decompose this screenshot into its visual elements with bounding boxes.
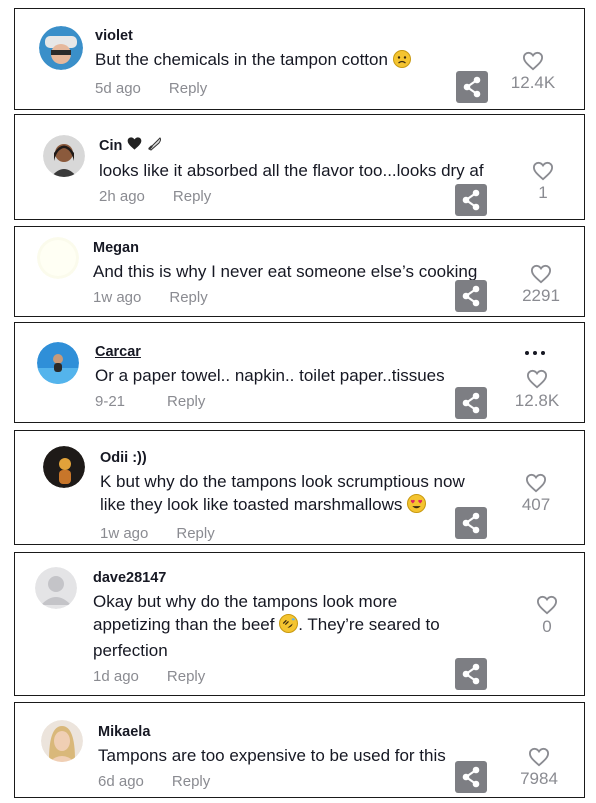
comment-text: And this is why I never eat someone else… — [93, 262, 478, 281]
like-button[interactable]: 1 — [513, 161, 573, 203]
more-options-icon[interactable] — [525, 351, 545, 355]
comment-card: Odii :)) K but why do the tampons look s… — [14, 430, 585, 545]
comment-meta: 5d ago Reply — [95, 80, 411, 97]
share-button[interactable] — [455, 658, 487, 690]
share-icon — [462, 285, 480, 307]
like-count: 12.4K — [510, 73, 556, 92]
share-icon — [462, 189, 480, 211]
comment-text: Tampons are too expensive to be used for… — [98, 746, 446, 765]
heart-outline-icon — [525, 473, 547, 493]
like-button[interactable]: 407 — [506, 473, 566, 515]
comment-card: Mikaela Tampons are too expensive to be … — [14, 702, 585, 798]
comment-timestamp: 1w ago — [100, 525, 149, 542]
avatar[interactable] — [39, 26, 83, 70]
comment-card: Megan And this is why I never eat someon… — [14, 226, 585, 317]
reply-button[interactable]: Reply — [167, 393, 205, 410]
black-heart-emoji — [126, 136, 143, 156]
reply-button[interactable]: Reply — [169, 80, 207, 97]
share-button[interactable] — [455, 507, 487, 539]
share-button[interactable] — [456, 71, 488, 103]
like-button[interactable]: 2291 — [511, 264, 571, 306]
like-count: 2291 — [522, 286, 560, 305]
comment-username[interactable]: Odii :)) — [100, 449, 465, 467]
heart-outline-icon — [526, 369, 548, 389]
comment-timestamp: 1w ago — [93, 289, 142, 306]
knife-emoji — [147, 135, 163, 156]
comment-timestamp: 2h ago — [99, 188, 145, 205]
like-count: 0 — [542, 617, 552, 636]
avatar[interactable] — [41, 720, 83, 762]
comment-card: dave28147 Okay but why do the tampons lo… — [14, 552, 585, 696]
share-button[interactable] — [455, 280, 487, 312]
comment-text: K but why do the tampons look scrumptiou… — [100, 470, 465, 519]
reply-button[interactable]: Reply — [167, 668, 205, 685]
comment-timestamp: 9-21 — [95, 393, 126, 410]
avatar[interactable] — [43, 446, 85, 488]
worried-face-emoji — [392, 50, 411, 74]
comment-card: Cin looks like it absorbed all the flavo… — [14, 114, 585, 220]
like-count: 1 — [538, 183, 548, 202]
avatar[interactable] — [37, 342, 79, 384]
share-icon — [462, 766, 480, 788]
comment-username[interactable]: Mikaela — [98, 723, 446, 741]
comment-username[interactable]: violet — [95, 27, 411, 45]
share-icon — [463, 76, 481, 98]
like-button[interactable]: 7984 — [509, 747, 569, 789]
comment-username[interactable]: Cin — [99, 135, 484, 156]
comment-meta: 1w ago Reply — [93, 289, 477, 306]
share-icon — [462, 392, 480, 414]
like-count: 12.8K — [514, 391, 560, 410]
heart-outline-icon — [528, 747, 550, 767]
avatar[interactable] — [43, 135, 85, 177]
avatar[interactable] — [35, 567, 77, 609]
comment-card: Carcar Or a paper towel.. napkin.. toile… — [14, 322, 585, 423]
like-count: 7984 — [520, 769, 558, 788]
rolling-laughing-emoji — [279, 614, 299, 639]
heart-outline-icon — [532, 161, 554, 181]
like-button[interactable]: 12.4K — [503, 51, 563, 93]
comment-card: violet But the chemicals in the tampon c… — [14, 8, 585, 110]
reply-button[interactable]: Reply — [176, 525, 214, 542]
reply-button[interactable]: Reply — [169, 289, 207, 306]
like-button[interactable]: 0 — [517, 595, 577, 637]
comment-text: Or a paper towel.. napkin.. toilet paper… — [95, 366, 445, 385]
share-icon — [462, 663, 480, 685]
comment-text: But the chemicals in the tampon cotton — [95, 48, 411, 74]
comment-meta: 1w ago Reply — [100, 525, 465, 542]
comment-username[interactable]: dave28147 — [93, 569, 440, 587]
comment-text: looks like it absorbed all the flavor to… — [99, 161, 484, 180]
comment-timestamp: 1d ago — [93, 668, 139, 685]
like-count: 407 — [521, 495, 551, 514]
heart-outline-icon — [522, 51, 544, 71]
comment-meta: 2h ago Reply — [99, 188, 484, 205]
reply-button[interactable]: Reply — [172, 773, 210, 790]
comment-username[interactable]: Megan — [93, 239, 477, 257]
share-button[interactable] — [455, 761, 487, 793]
avatar[interactable] — [37, 237, 79, 279]
heart-outline-icon — [530, 264, 552, 284]
heart-eyes-emoji — [407, 494, 427, 519]
comment-meta: 6d ago Reply — [98, 773, 446, 790]
comment-username[interactable]: Carcar — [95, 343, 445, 361]
comment-meta: 9-21 Reply — [95, 393, 445, 410]
comment-timestamp: 6d ago — [98, 773, 144, 790]
share-icon — [462, 512, 480, 534]
comment-text: Okay but why do the tampons look more app… — [93, 592, 440, 660]
comment-timestamp: 5d ago — [95, 80, 141, 97]
reply-button[interactable]: Reply — [173, 188, 211, 205]
like-button[interactable]: 12.8K — [507, 369, 567, 411]
share-button[interactable] — [455, 387, 487, 419]
comment-meta: 1d ago Reply — [93, 668, 440, 685]
heart-outline-icon — [536, 595, 558, 615]
share-button[interactable] — [455, 184, 487, 216]
